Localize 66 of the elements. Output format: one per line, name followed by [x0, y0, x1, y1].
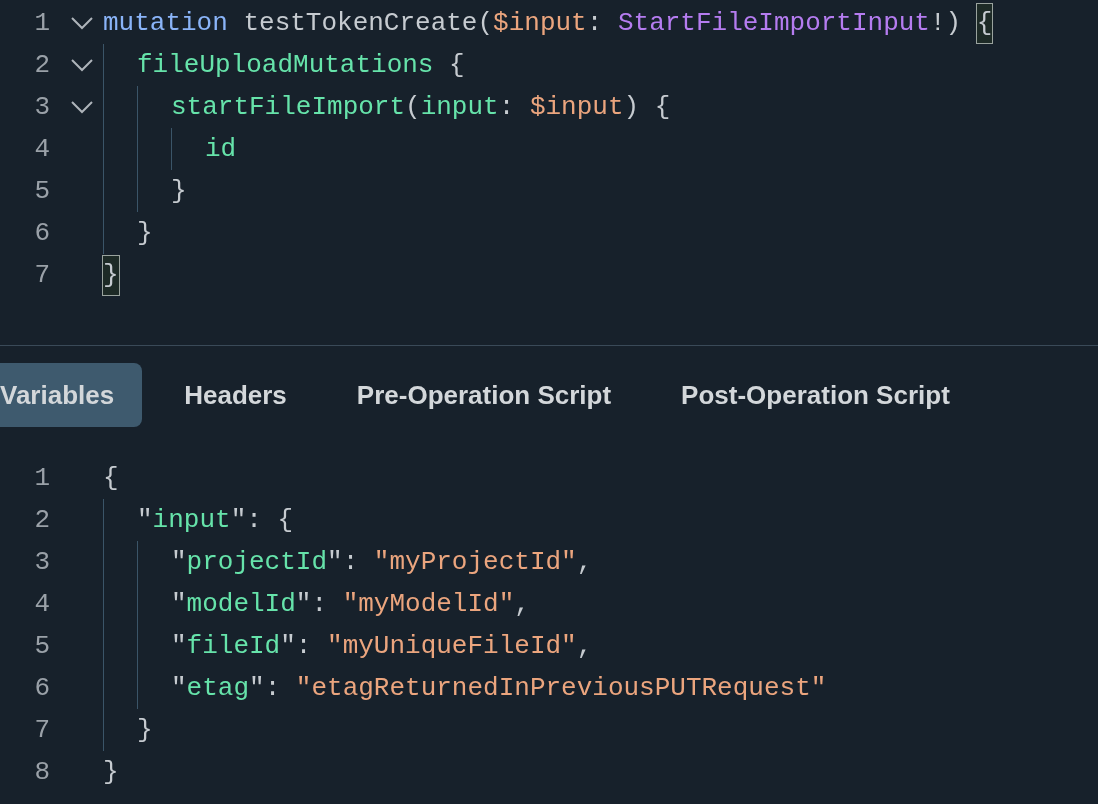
line-number: 1 [33, 461, 50, 495]
code-token: "myModelId" [342, 587, 515, 621]
code-token: startFileImport [171, 90, 406, 124]
tab[interactable]: Headers [156, 363, 315, 427]
code-token: fileId [186, 629, 281, 663]
code-token: ": { [230, 503, 294, 537]
matched-bracket: { [976, 3, 993, 43]
code-token: mutation [103, 6, 228, 40]
code-token: ": [295, 587, 329, 621]
code-token: : [586, 6, 604, 40]
code-token: } [137, 713, 153, 747]
tab[interactable]: Pre-Operation Script [328, 363, 640, 427]
code-token: !) [930, 6, 963, 40]
code-token: "myProjectId" [373, 545, 577, 579]
code-token: : [498, 90, 516, 124]
code-token: ": [280, 629, 313, 663]
line-number: 5 [33, 629, 50, 663]
code-token: } [171, 174, 187, 208]
code-token: testTokenCreate( [242, 6, 494, 40]
line-number: 4 [33, 132, 50, 166]
line-number: 6 [33, 671, 50, 705]
code-token: { [448, 48, 465, 82]
chevron-down-icon[interactable] [70, 16, 94, 30]
line-number: 4 [33, 587, 50, 621]
code-token: ) { [623, 90, 671, 124]
code-token: " [171, 629, 187, 663]
code-token: $input [529, 90, 624, 124]
line-number: 5 [33, 174, 50, 208]
code-token: } [103, 755, 119, 789]
line-number: 8 [33, 755, 50, 789]
code-token: fileUploadMutations [137, 48, 434, 82]
code-token: $input [493, 6, 587, 40]
line-number: 2 [33, 503, 50, 537]
line-number: 3 [33, 90, 50, 124]
chevron-down-icon[interactable] [70, 100, 94, 114]
matched-bracket: } [103, 255, 119, 295]
code-token: "etagReturnedInPreviousPUTRequest" [295, 671, 827, 705]
code-token: " [171, 587, 187, 621]
code-token: , [514, 587, 530, 621]
code-token: ": [327, 545, 360, 579]
line-number: 3 [33, 545, 50, 579]
code-token: ": [249, 671, 282, 705]
code-token: StartFileImportInput [617, 6, 930, 40]
code-token: id [205, 132, 237, 166]
code-token: input [152, 503, 231, 537]
code-token: input [420, 90, 499, 124]
code-token: " [171, 545, 187, 579]
chevron-down-icon[interactable] [70, 58, 94, 72]
code-token: etag [186, 671, 250, 705]
code-token: { [103, 461, 119, 495]
code-token: ( [405, 90, 421, 124]
line-number: 1 [33, 6, 50, 40]
line-number: 2 [33, 48, 50, 82]
code-token: " [137, 503, 153, 537]
line-number: 7 [33, 258, 50, 292]
tab[interactable]: Variables [0, 363, 143, 427]
code-token: , [576, 629, 593, 663]
line-number: 7 [33, 713, 50, 747]
tab[interactable]: Post-Operation Script [653, 363, 978, 427]
code-token: , [576, 545, 593, 579]
code-token: "myUniqueFileId" [327, 629, 577, 663]
code-token: " [171, 671, 187, 705]
code-token: modelId [186, 587, 296, 621]
code-token: } [137, 216, 153, 250]
line-number: 6 [33, 216, 50, 250]
code-token: projectId [186, 545, 328, 579]
